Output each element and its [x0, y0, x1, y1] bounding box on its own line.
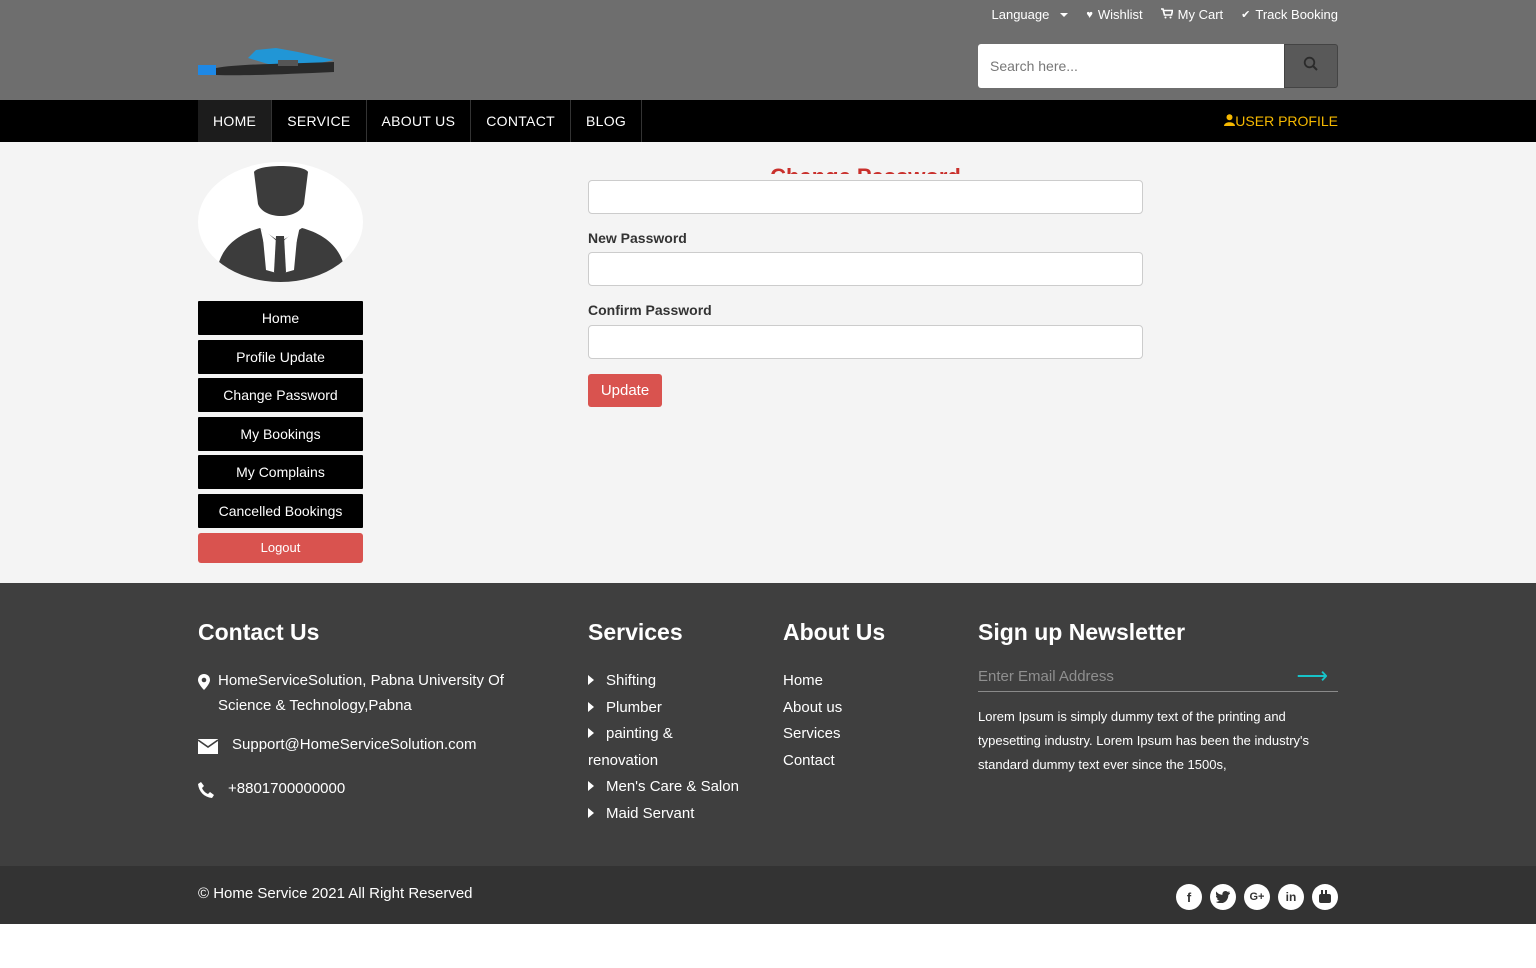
language-label: Language — [991, 7, 1050, 22]
logout-button[interactable]: Logout — [198, 532, 363, 563]
nav-service[interactable]: SERVICE — [272, 100, 367, 142]
contact-phone-text: +8801700000000 — [228, 780, 346, 797]
form-title: Change Password — [770, 164, 961, 174]
service-link-mens-care[interactable]: Men's Care & Salon — [588, 774, 748, 801]
about-link-contact[interactable]: Contact — [783, 748, 943, 775]
search-bar — [978, 44, 1338, 88]
wishlist-label: Wishlist — [1097, 7, 1143, 22]
copyright-bar: © Home Service 2021 All Right Reserved f… — [0, 866, 1536, 924]
newsletter-heading: Sign up Newsletter — [978, 619, 1186, 645]
user-profile-label: USER PROFILE — [1235, 113, 1338, 129]
about-heading: About Us — [783, 619, 886, 645]
service-label: Shifting — [606, 672, 657, 689]
top-links: Language ♥ Wishlist My Cart ✔ Track Book… — [992, 7, 1338, 22]
caret-right-icon — [588, 675, 594, 685]
heart-icon: ♥ — [1086, 8, 1093, 21]
phone-icon — [198, 781, 228, 806]
envelope-icon — [197, 737, 232, 762]
copyright-text: © Home Service 2021 All Right Reserved — [198, 885, 473, 902]
services-list: Shifting Plumber painting & renovation M… — [588, 668, 748, 827]
cart-icon — [1160, 7, 1174, 22]
nav-list: HOME SERVICE ABOUT US CONTACT BLOG — [198, 100, 643, 142]
about-link-services[interactable]: Services — [783, 721, 943, 748]
current-password-field[interactable] — [588, 180, 1143, 214]
user-icon — [1224, 113, 1236, 129]
google-plus-icon[interactable]: G+ — [1244, 884, 1270, 910]
wishlist-link[interactable]: ♥ Wishlist — [1086, 7, 1142, 22]
new-password-label: New Password — [588, 230, 687, 246]
site-logo[interactable] — [198, 46, 336, 80]
newsletter-input-wrapper: ⟶ — [978, 664, 1338, 692]
arrow-right-icon[interactable]: ⟶ — [1296, 665, 1328, 687]
site-footer: Contact Us HomeServiceSolution, Pabna Un… — [0, 583, 1536, 866]
search-icon — [1303, 56, 1319, 77]
language-dropdown[interactable]: Language — [992, 7, 1069, 22]
services-heading: Services — [588, 619, 683, 645]
contact-phone[interactable]: +8801700000000 — [198, 776, 538, 806]
contact-email-text: Support@HomeServiceSolution.com — [232, 736, 477, 753]
caret-right-icon — [588, 807, 594, 818]
footer-newsletter: Sign up Newsletter ⟶ Lorem Ipsum is simp… — [978, 619, 1338, 777]
cart-link[interactable]: My Cart — [1160, 7, 1224, 22]
sidebar-item-my-complains[interactable]: My Complains — [198, 455, 363, 490]
footer-about: About Us Home About us Services Contact — [783, 619, 943, 774]
update-button[interactable]: Update — [588, 374, 662, 407]
main-content: Home Profile Update Change Password My B… — [0, 142, 1536, 583]
main-navbar: HOME SERVICE ABOUT US CONTACT BLOG USER … — [0, 100, 1536, 142]
track-booking-label: Track Booking — [1255, 7, 1338, 22]
sidebar-item-profile-update[interactable]: Profile Update — [198, 339, 363, 374]
service-label: Plumber — [606, 698, 662, 716]
confirm-password-label: Confirm Password — [588, 302, 712, 318]
linkedin-icon[interactable]: in — [1278, 884, 1304, 910]
about-link-about-us[interactable]: About us — [783, 695, 943, 722]
check-icon: ✔ — [1241, 9, 1251, 21]
service-label: Men's Care & Salon — [606, 778, 739, 795]
avatar — [198, 162, 363, 282]
footer-services: Services Shifting Plumber painting & ren… — [588, 619, 748, 827]
track-booking-link[interactable]: ✔ Track Booking — [1241, 7, 1338, 22]
profile-sidebar: Home Profile Update Change Password My B… — [198, 301, 363, 567]
contact-email[interactable]: Support@HomeServiceSolution.com — [197, 732, 538, 762]
confirm-password-field[interactable] — [588, 325, 1143, 359]
footer-contact: Contact Us HomeServiceSolution, Pabna Un… — [197, 619, 538, 820]
service-link-painting[interactable]: painting & renovation — [588, 721, 698, 774]
contact-heading: Contact Us — [198, 619, 320, 645]
top-header: Language ♥ Wishlist My Cart ✔ Track Book… — [0, 0, 1536, 100]
cart-label: My Cart — [1177, 7, 1224, 22]
caret-right-icon — [588, 781, 594, 791]
service-link-shifting[interactable]: Shifting — [588, 668, 748, 695]
search-input[interactable] — [978, 44, 1284, 88]
form-title-wrapper: Change Password — [588, 158, 1143, 174]
nav-about-us[interactable]: ABOUT US — [367, 100, 472, 142]
service-label: Maid Servant — [606, 804, 695, 822]
new-password-field[interactable] — [588, 252, 1143, 286]
service-link-maid[interactable]: Maid Servant — [588, 801, 748, 828]
location-icon — [198, 673, 220, 698]
service-label: painting & renovation — [588, 725, 673, 769]
social-links: f G+ in — [1176, 884, 1338, 910]
nav-home[interactable]: HOME — [198, 100, 273, 142]
search-button[interactable] — [1284, 44, 1338, 88]
about-link-home[interactable]: Home — [783, 668, 943, 695]
newsletter-email-input[interactable] — [978, 664, 1278, 688]
nav-blog[interactable]: BLOG — [571, 100, 643, 142]
caret-right-icon — [588, 728, 594, 738]
newsletter-description: Lorem Ipsum is simply dummy text of the … — [978, 709, 1310, 772]
about-list: Home About us Services Contact — [783, 668, 943, 774]
nav-contact[interactable]: CONTACT — [471, 100, 571, 142]
chevron-down-icon — [1060, 12, 1069, 17]
sidebar-item-cancelled-bookings[interactable]: Cancelled Bookings — [198, 493, 363, 528]
sidebar-item-change-password[interactable]: Change Password — [198, 378, 363, 413]
sidebar-item-home[interactable]: Home — [198, 301, 363, 335]
twitter-icon[interactable] — [1210, 884, 1236, 910]
contact-address-text: HomeServiceSolution, Pabna University Of… — [218, 672, 504, 714]
sidebar-item-my-bookings[interactable]: My Bookings — [198, 416, 363, 451]
user-profile-link[interactable]: USER PROFILE — [1224, 100, 1338, 142]
youtube-icon[interactable] — [1312, 884, 1338, 910]
caret-right-icon — [588, 701, 594, 712]
contact-address: HomeServiceSolution, Pabna University Of… — [198, 668, 538, 718]
service-link-plumber[interactable]: Plumber — [588, 695, 748, 722]
facebook-icon[interactable]: f — [1176, 884, 1202, 910]
